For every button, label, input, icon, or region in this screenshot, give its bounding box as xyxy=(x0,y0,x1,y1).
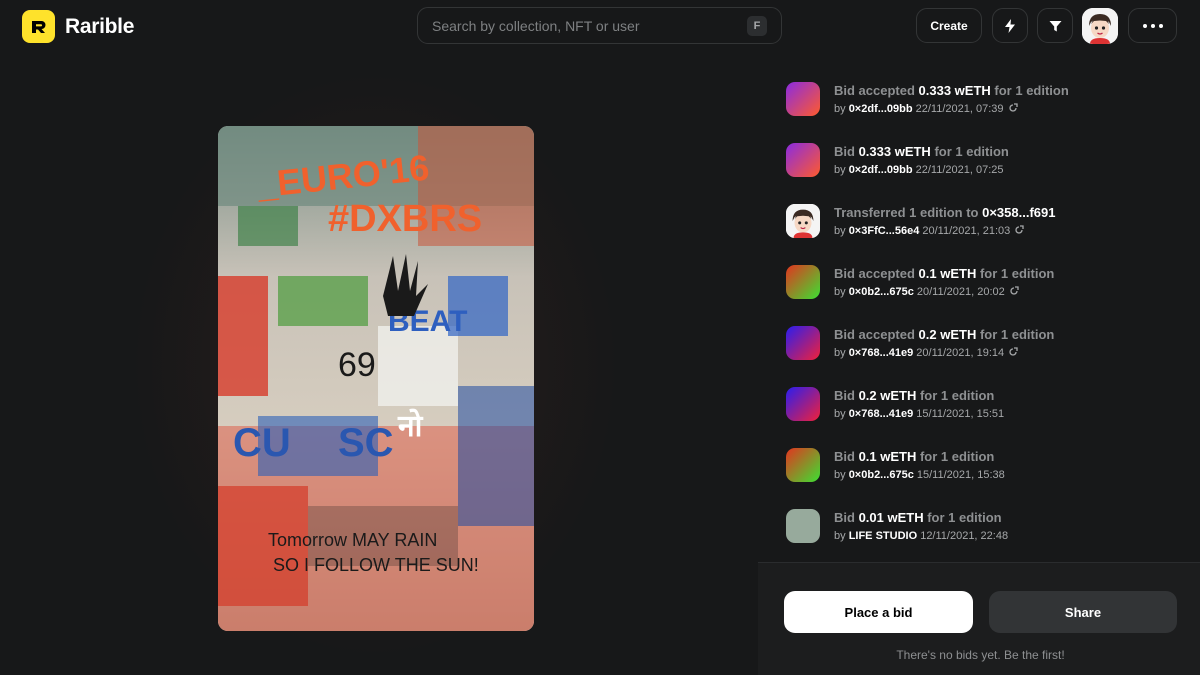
external-link-icon[interactable] xyxy=(1014,225,1024,235)
svg-text:SO I FOLLOW THE SUN!: SO I FOLLOW THE SUN! xyxy=(273,555,479,575)
nft-artwork-image[interactable]: _EURO'16 #DXBRS BEAT CU SC नो Tomorrow M… xyxy=(218,126,534,631)
activity-meta: by 0×2df...09bb 22/11/2021, 07:25 xyxy=(834,164,1004,176)
more-icon xyxy=(1142,23,1163,28)
activity-thumbnail xyxy=(786,143,820,177)
avatar xyxy=(1082,8,1118,44)
activity-user-link[interactable]: LIFE STUDIO xyxy=(849,530,917,542)
place-bid-button[interactable]: Place a bid xyxy=(784,591,973,633)
top-header: Rarible F Create xyxy=(0,0,1200,52)
activity-meta: by 0×768...41e9 20/11/2021, 19:14 xyxy=(834,347,1018,359)
activity-item[interactable]: Bid 0.01 wETH for 1 edition by LIFE STUD… xyxy=(784,505,1184,549)
bolt-icon xyxy=(1005,18,1015,33)
more-options-button[interactable] xyxy=(1128,8,1177,43)
activity-button[interactable] xyxy=(992,8,1028,43)
activity-title: Bid 0.2 wETH for 1 edition xyxy=(834,388,995,403)
activity-thumbnail xyxy=(786,82,820,116)
activity-meta: by 0×768...41e9 15/11/2021, 15:51 xyxy=(834,408,1005,420)
activity-item[interactable]: Bid accepted 0.1 wETH for 1 edition by 0… xyxy=(784,261,1184,305)
user-avatar-button[interactable] xyxy=(1082,8,1118,44)
activity-item[interactable]: Bid 0.333 wETH for 1 edition by 0×2df...… xyxy=(784,139,1184,183)
activity-item[interactable]: Transferred 1 edition to 0×358...f691 by… xyxy=(784,200,1184,244)
activity-meta: by 0×0b2...675c 20/11/2021, 20:02 xyxy=(834,286,1019,298)
no-bids-message: There's no bids yet. Be the first! xyxy=(896,648,1065,662)
activity-title: Bid 0.01 wETH for 1 edition xyxy=(834,510,1002,525)
activity-thumbnail xyxy=(786,326,820,360)
svg-text:69: 69 xyxy=(338,346,376,384)
search-bar[interactable]: F xyxy=(417,7,782,44)
activity-title: Bid accepted 0.2 wETH for 1 edition xyxy=(834,327,1055,342)
external-link-icon[interactable] xyxy=(1009,286,1019,296)
activity-user-link[interactable]: 0×2df...09bb xyxy=(849,164,913,176)
activity-title: Bid accepted 0.1 wETH for 1 edition xyxy=(834,266,1055,281)
activity-title: Transferred 1 edition to 0×358...f691 xyxy=(834,205,1056,220)
svg-text:CU: CU xyxy=(233,421,291,465)
activity-user-link[interactable]: 0×3FfC...56e4 xyxy=(849,225,920,237)
activity-meta: by 0×0b2...675c 15/11/2021, 15:38 xyxy=(834,469,1005,481)
activity-user-link[interactable]: 0×768...41e9 xyxy=(849,408,914,420)
activity-thumbnail xyxy=(786,204,820,238)
activity-item[interactable]: Bid accepted 0.2 wETH for 1 edition by 0… xyxy=(784,322,1184,366)
activity-meta: by LIFE STUDIO 12/11/2021, 22:48 xyxy=(834,530,1009,542)
activity-meta: by 0×3FfC...56e4 20/11/2021, 21:03 xyxy=(834,225,1024,237)
svg-text:SC: SC xyxy=(338,421,394,465)
filter-icon xyxy=(1049,20,1061,31)
external-link-icon[interactable] xyxy=(1008,347,1018,357)
svg-text:नो: नो xyxy=(397,408,424,443)
activity-item[interactable]: Bid accepted 0.333 wETH for 1 edition by… xyxy=(784,78,1184,122)
activity-thumbnail xyxy=(786,509,820,543)
avatar xyxy=(786,204,820,238)
activity-user-link[interactable]: 0×768...41e9 xyxy=(849,347,914,359)
svg-text:#DXBRS: #DXBRS xyxy=(328,198,482,240)
create-button[interactable]: Create xyxy=(916,8,982,43)
activity-title: Bid 0.333 wETH for 1 edition xyxy=(834,144,1009,159)
activity-title: Bid accepted 0.333 wETH for 1 edition xyxy=(834,83,1069,98)
search-shortcut-key: F xyxy=(747,15,767,36)
external-link-icon[interactable] xyxy=(1008,103,1018,113)
activity-user-link[interactable]: 0×0b2...675c xyxy=(849,469,914,481)
activity-user-link[interactable]: 0×0b2...675c xyxy=(849,286,914,298)
activity-item[interactable]: Bid 0.2 wETH for 1 edition by 0×768...41… xyxy=(784,383,1184,427)
share-button[interactable]: Share xyxy=(989,591,1177,633)
search-input[interactable] xyxy=(432,17,747,34)
filter-button[interactable] xyxy=(1037,8,1073,43)
rarible-logo-text: Rarible xyxy=(65,14,135,38)
rarible-logo[interactable]: Rarible xyxy=(22,10,134,43)
activity-thumbnail xyxy=(786,387,820,421)
activity-thumbnail xyxy=(786,448,820,482)
activity-item[interactable]: Bid 0.1 wETH for 1 edition by 0×0b2...67… xyxy=(784,444,1184,488)
activity-user-link[interactable]: 0×2df...09bb xyxy=(849,103,913,115)
svg-text:Tomorrow MAY RAIN: Tomorrow MAY RAIN xyxy=(268,530,437,550)
activity-meta: by 0×2df...09bb 22/11/2021, 07:39 xyxy=(834,103,1018,115)
rarible-logo-mark xyxy=(22,10,55,43)
activity-title: Bid 0.1 wETH for 1 edition xyxy=(834,449,995,464)
activity-thumbnail xyxy=(786,265,820,299)
